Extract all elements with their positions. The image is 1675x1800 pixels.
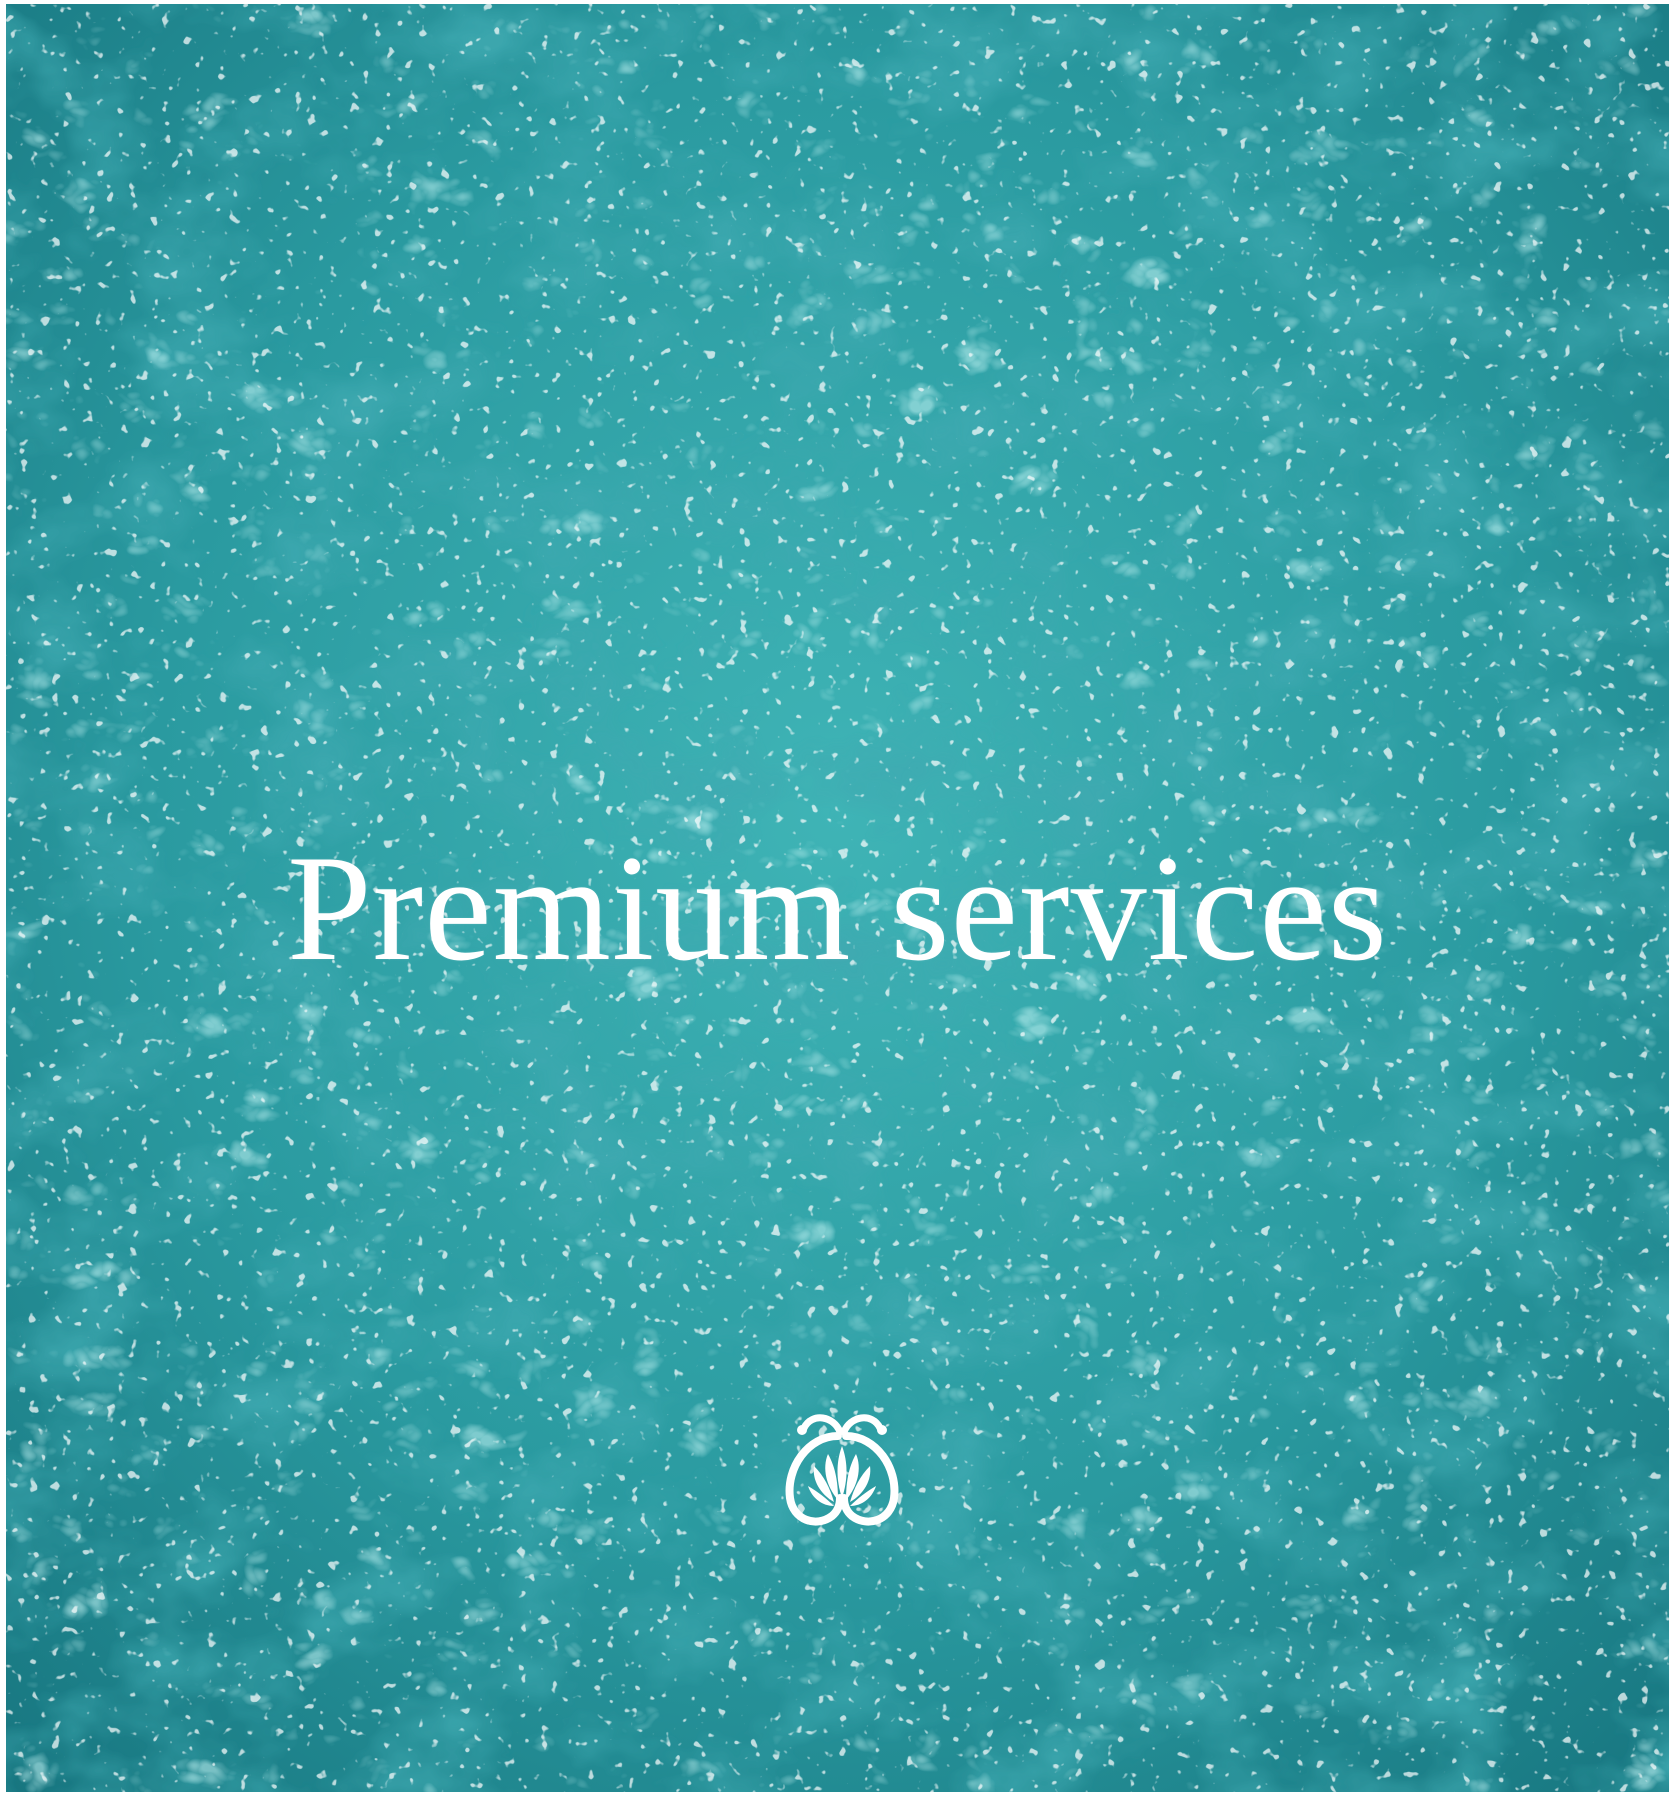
lotus-emblem-icon	[785, 1414, 899, 1526]
hero-banner: Premium services	[6, 4, 1669, 1792]
hero-title: Premium services	[287, 824, 1388, 992]
